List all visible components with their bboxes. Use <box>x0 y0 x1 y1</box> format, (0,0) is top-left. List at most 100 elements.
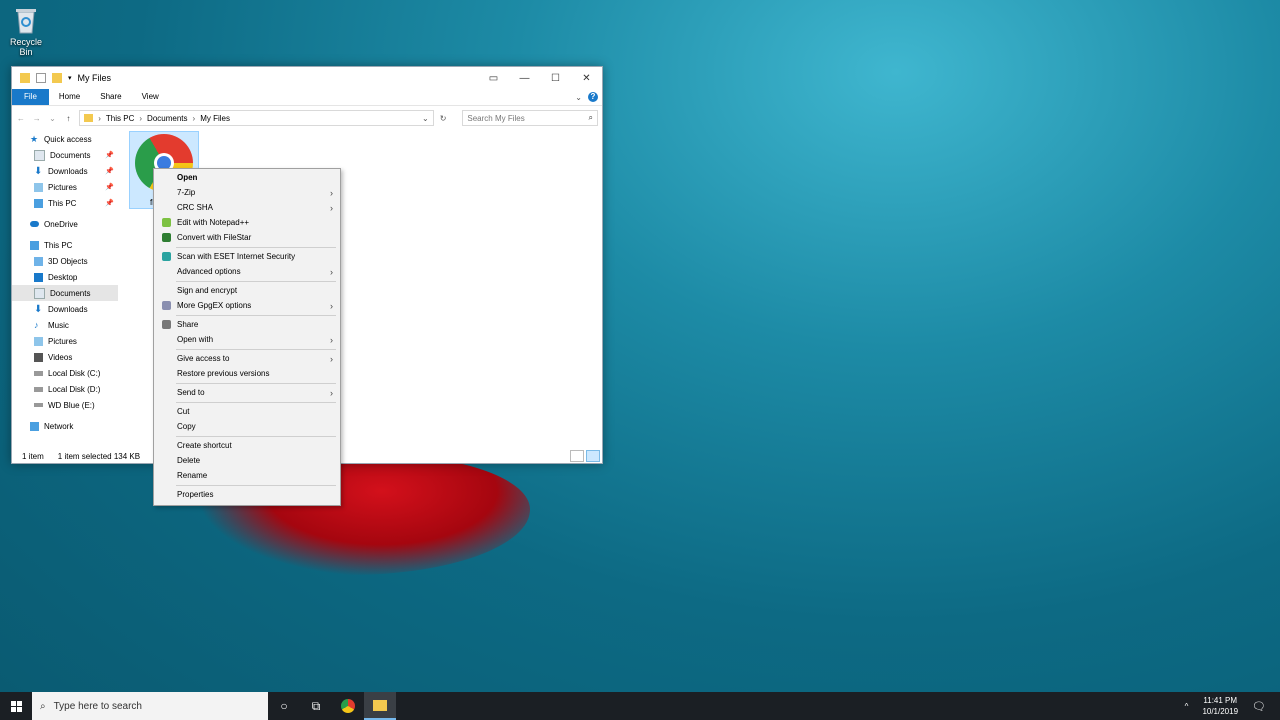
breadcrumb-this-pc[interactable]: This PC <box>106 114 134 123</box>
submenu-arrow-icon: › <box>330 334 333 345</box>
properties-icon[interactable] <box>36 73 46 83</box>
menu-separator <box>176 281 336 282</box>
menu-item-label: Share <box>177 320 199 329</box>
nav-item-label: OneDrive <box>44 219 78 229</box>
cube-icon <box>34 256 43 266</box>
address-bar[interactable]: › This PC › Documents › My Files ⌄ <box>79 110 434 126</box>
nav-onedrive[interactable]: OneDrive <box>12 216 118 232</box>
start-button[interactable] <box>0 692 32 720</box>
new-folder-icon[interactable] <box>52 73 62 83</box>
snap-icon[interactable]: ▭ <box>478 67 509 89</box>
taskbar-search[interactable]: ⌕ Type here to search <box>32 692 268 720</box>
action-center-icon[interactable]: 🗨 <box>1252 700 1266 713</box>
nav-music[interactable]: ♪ Music <box>12 317 118 333</box>
nav-documents[interactable]: Documents <box>12 285 118 301</box>
lock-icon <box>162 301 171 310</box>
nav-3d-objects[interactable]: 3D Objects <box>12 253 118 269</box>
file-explorer-taskbar-icon[interactable] <box>364 692 396 720</box>
navigation-pane: ★ Quick access Documents 📌 ⬇ Downloads 📌 Pic… <box>12 131 118 449</box>
nav-downloads-pinned[interactable]: ⬇ Downloads 📌 <box>12 163 118 179</box>
nav-pictures-pinned[interactable]: Pictures 📌 <box>12 179 118 195</box>
recent-locations-icon[interactable]: ⌄ <box>48 114 58 123</box>
close-button[interactable]: ✕ <box>571 67 602 89</box>
nav-pictures[interactable]: Pictures <box>12 333 118 349</box>
tab-view[interactable]: View <box>132 89 169 105</box>
refresh-icon[interactable]: ↻ <box>440 114 447 123</box>
back-icon[interactable]: ← <box>16 114 26 123</box>
forward-icon[interactable]: → <box>32 114 42 123</box>
address-dropdown-icon[interactable]: ⌄ <box>422 114 429 123</box>
large-icons-view-icon[interactable] <box>586 450 600 462</box>
menu-item-edit-with-notepad[interactable]: Edit with Notepad++ <box>154 215 340 230</box>
nav-local-disk-d[interactable]: Local Disk (D:) <box>12 381 118 397</box>
tab-file[interactable]: File <box>12 89 49 105</box>
up-icon[interactable]: ↑ <box>63 114 73 123</box>
menu-item-open[interactable]: Open <box>154 170 340 185</box>
nav-this-pc-pinned[interactable]: This PC 📌 <box>12 195 118 211</box>
menu-item-label: Open with <box>177 335 214 344</box>
show-hidden-icons-icon[interactable]: ^ <box>1185 702 1189 711</box>
nav-local-disk-c[interactable]: Local Disk (C:) <box>12 365 118 381</box>
cortana-icon[interactable]: ○ <box>268 692 300 720</box>
breadcrumb-documents[interactable]: Documents <box>147 114 187 123</box>
recycle-bin[interactable]: Recycle Bin <box>4 6 48 57</box>
menu-item-label: Advanced options <box>177 267 241 276</box>
menu-item-restore-previous-versions[interactable]: Restore previous versions <box>154 366 340 381</box>
drive-icon <box>34 370 43 376</box>
menu-item-convert-with-filestar[interactable]: Convert with FileStar <box>154 230 340 245</box>
pictures-icon <box>34 336 43 346</box>
clock[interactable]: 11:41 PM 10/1/2019 <box>1202 695 1238 717</box>
nav-this-pc[interactable]: This PC <box>12 237 118 253</box>
maximize-button[interactable]: ☐ <box>540 67 571 89</box>
menu-item-label: Convert with FileStar <box>177 233 252 242</box>
menu-item-label: Restore previous versions <box>177 369 270 378</box>
search-icon: ⌕ <box>40 700 46 712</box>
search-icon: ⌕ <box>588 113 593 122</box>
breadcrumb-my-files[interactable]: My Files <box>200 114 230 123</box>
pin-icon: 📌 <box>105 168 114 175</box>
menu-item-advanced-options[interactable]: Advanced options › <box>154 264 340 279</box>
title-bar[interactable]: ▾ My Files ▭ — ☐ ✕ <box>12 67 602 89</box>
menu-item-give-access-to[interactable]: Give access to › <box>154 351 340 366</box>
menu-item-sign-and-encrypt[interactable]: Sign and encrypt <box>154 283 340 298</box>
download-icon: ⬇ <box>34 165 43 177</box>
windows-icon <box>10 700 22 712</box>
details-view-icon[interactable] <box>570 450 584 462</box>
music-icon: ♪ <box>34 319 39 330</box>
customize-quick-access-icon[interactable]: ▾ <box>68 74 72 82</box>
menu-item-7-zip[interactable]: 7-Zip › <box>154 185 340 200</box>
task-view-icon[interactable]: ⧉ <box>300 692 332 720</box>
nav-downloads[interactable]: ⬇ Downloads <box>12 301 118 317</box>
submenu-arrow-icon: › <box>330 202 333 213</box>
menu-item-crc-sha[interactable]: CRC SHA › <box>154 200 340 215</box>
menu-item-properties[interactable]: Properties <box>154 487 340 502</box>
chrome-taskbar-icon[interactable] <box>332 692 364 720</box>
menu-item-create-shortcut[interactable]: Create shortcut <box>154 438 340 453</box>
minimize-button[interactable]: — <box>509 67 540 89</box>
tab-share[interactable]: Share <box>90 89 131 105</box>
menu-item-rename[interactable]: Rename <box>154 468 340 483</box>
menu-item-cut[interactable]: Cut <box>154 404 340 419</box>
tab-home[interactable]: Home <box>49 89 90 105</box>
nav-videos[interactable]: Videos <box>12 349 118 365</box>
nav-network[interactable]: Network <box>12 418 118 434</box>
menu-item-delete[interactable]: Delete <box>154 453 340 468</box>
expand-ribbon-icon[interactable]: ⌄ <box>575 93 582 102</box>
menu-item-copy[interactable]: Copy <box>154 419 340 434</box>
nav-desktop[interactable]: Desktop <box>12 269 118 285</box>
documents-icon <box>34 149 45 161</box>
nav-quick-access[interactable]: ★ Quick access <box>12 131 118 147</box>
menu-item-send-to[interactable]: Send to › <box>154 385 340 400</box>
pictures-icon <box>34 182 43 192</box>
menu-item-more-gpgex-options[interactable]: More GpgEX options › <box>154 298 340 313</box>
menu-item-open-with[interactable]: Open with › <box>154 332 340 347</box>
nav-documents-pinned[interactable]: Documents 📌 <box>12 147 118 163</box>
nav-wd-blue-e[interactable]: WD Blue (E:) <box>12 397 118 413</box>
menu-separator <box>176 247 336 248</box>
menu-item-share[interactable]: Share <box>154 317 340 332</box>
help-icon[interactable]: ? <box>588 92 598 102</box>
search-input[interactable]: Search My Files ⌕ <box>462 110 598 126</box>
menu-item-scan-with-eset-internet-security[interactable]: Scan with ESET Internet Security <box>154 249 340 264</box>
search-placeholder: Search My Files <box>467 113 525 123</box>
notepadpp-icon <box>162 218 171 227</box>
